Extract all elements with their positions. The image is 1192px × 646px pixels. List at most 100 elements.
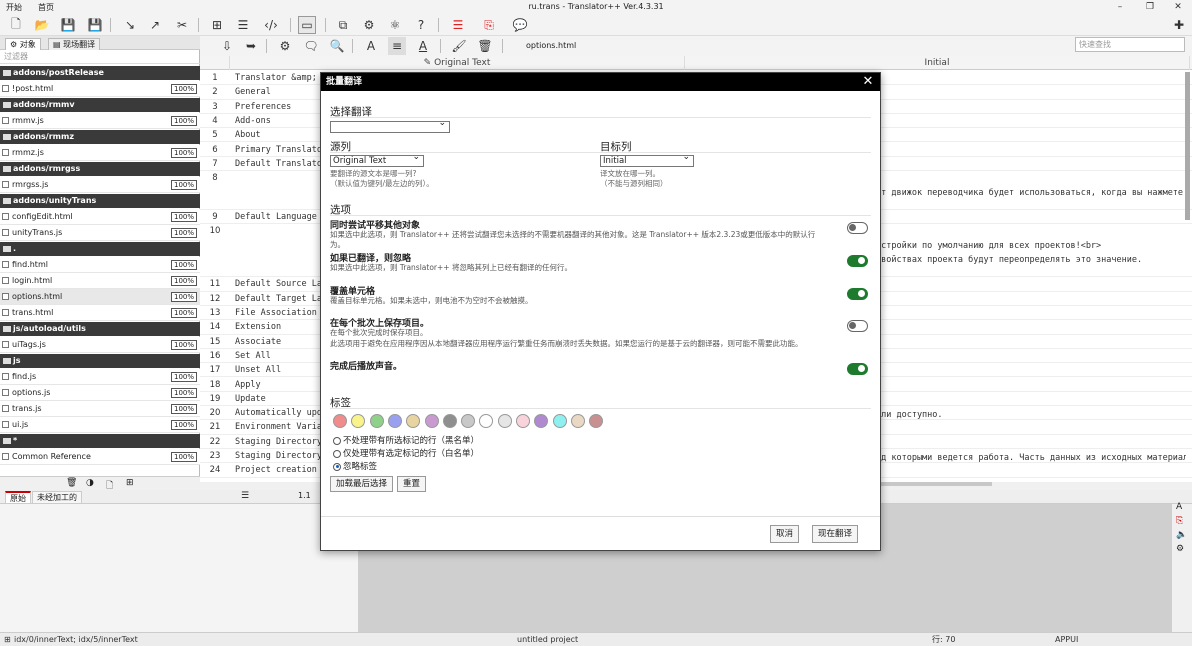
- tag-color-swatch[interactable]: [589, 414, 604, 428]
- cell-text[interactable]: свойствах проекта будут переопределять э…: [876, 255, 1186, 265]
- file-row[interactable]: trans.html 100%: [0, 305, 200, 321]
- tag-color-swatch[interactable]: [516, 414, 530, 428]
- file-row[interactable]: login.html 100%: [0, 273, 200, 289]
- cell-original-text[interactable]: Associate: [235, 337, 325, 347]
- import-icon[interactable]: ↘: [121, 16, 139, 34]
- tag-color-swatch[interactable]: [333, 414, 347, 428]
- folder-row[interactable]: *: [0, 434, 200, 448]
- tab-original[interactable]: 原始: [5, 491, 31, 503]
- radio-whitelist[interactable]: 仅处理带有选定标记的行（白名单）: [333, 447, 479, 459]
- list-icon[interactable]: ☰: [234, 16, 252, 34]
- file-row[interactable]: find.html 100%: [0, 257, 200, 273]
- cell-original-text[interactable]: Staging Directory: [235, 437, 325, 447]
- file-row[interactable]: options.html 100%: [0, 289, 200, 305]
- chat-icon[interactable]: 💬: [511, 16, 529, 34]
- cell-original-text[interactable]: Default Source Lang: [235, 279, 325, 289]
- file-row[interactable]: find.js 100%: [0, 369, 200, 385]
- layout-icon[interactable]: ▭: [298, 16, 316, 34]
- tag-color-swatch[interactable]: [424, 414, 439, 428]
- cell-original-text[interactable]: Default Translator: [235, 159, 325, 169]
- font-color-icon[interactable]: A: [414, 37, 432, 55]
- tag-color-swatch[interactable]: [442, 414, 457, 428]
- file-row[interactable]: rmmv.js 100%: [0, 113, 200, 129]
- translator-select[interactable]: [330, 118, 450, 133]
- col-original-header[interactable]: ✎ Original Text: [230, 56, 685, 70]
- export-icon[interactable]: ↗: [146, 16, 164, 34]
- font-size-icon[interactable]: A: [362, 37, 380, 55]
- file-checkbox[interactable]: [2, 261, 9, 268]
- folder-row[interactable]: js: [0, 354, 200, 368]
- cancel-button[interactable]: 取消: [770, 525, 800, 543]
- batch-translate-icon[interactable]: ⊞: [208, 16, 226, 34]
- cell-original-text[interactable]: Preferences: [235, 102, 325, 112]
- open-folder-icon[interactable]: 📂: [33, 16, 51, 34]
- file-checkbox[interactable]: [2, 181, 9, 188]
- tag-color-swatch[interactable]: [461, 414, 476, 428]
- file-row[interactable]: rmrgss.js 100%: [0, 177, 200, 193]
- cell-text[interactable]: от движок переводчика будет использовать…: [876, 188, 1186, 198]
- cell-original-text[interactable]: Set All: [235, 351, 325, 361]
- cell-original-text[interactable]: Add-ons: [235, 116, 325, 126]
- cell-original-text[interactable]: Project creation: [235, 465, 325, 475]
- delete-icon[interactable]: 🗑: [476, 37, 494, 55]
- folder-row[interactable]: js/autoload/utils: [0, 322, 200, 336]
- gear-icon[interactable]: ⚙: [276, 37, 294, 55]
- file-checkbox[interactable]: [2, 405, 9, 412]
- file-checkbox[interactable]: [2, 213, 9, 220]
- file-row[interactable]: unityTrans.js 100%: [0, 225, 200, 241]
- source-column-select[interactable]: Original Text: [330, 152, 424, 167]
- cell-original-text[interactable]: Primary Translator: [235, 145, 325, 155]
- file-checkbox[interactable]: [2, 85, 9, 92]
- file-row[interactable]: !post.html 100%: [0, 81, 200, 97]
- reset-button[interactable]: 重置: [397, 476, 427, 492]
- close-window-icon[interactable]: ✕: [1168, 1, 1188, 13]
- file-row[interactable]: uiTags.js 100%: [0, 337, 200, 353]
- tag-color-swatch[interactable]: [570, 414, 585, 428]
- cell-text[interactable]: ад которыми ведется работа. Часть данных…: [876, 453, 1186, 463]
- save-as-icon[interactable]: 💾: [86, 16, 104, 34]
- cell-original-text[interactable]: Extension: [235, 322, 325, 332]
- cell-original-text[interactable]: About: [235, 130, 325, 140]
- comment-icon[interactable]: 🗨: [302, 37, 320, 55]
- tools-icon[interactable]: ✂: [173, 16, 191, 34]
- minimize-icon[interactable]: –: [1110, 1, 1130, 13]
- grid-vertical-scrollbar[interactable]: [1185, 72, 1190, 220]
- tag-color-swatch[interactable]: [479, 414, 494, 428]
- folder-row[interactable]: addons/rmmz: [0, 130, 200, 144]
- folder-row[interactable]: .: [0, 242, 200, 256]
- add-doc-icon[interactable]: ⊞: [126, 478, 134, 488]
- cell-original-text[interactable]: General: [235, 87, 325, 97]
- file-checkbox[interactable]: [2, 341, 9, 348]
- add-plugin-icon[interactable]: ✚: [1170, 16, 1188, 34]
- col-initial-header[interactable]: Initial: [685, 56, 1190, 70]
- settings-icon[interactable]: ⚙: [1176, 544, 1184, 554]
- tag-list-icon[interactable]: ☰: [449, 16, 467, 34]
- speaker-icon[interactable]: 🔈: [1176, 530, 1187, 540]
- list-icon[interactable]: ☰: [241, 491, 249, 501]
- save-icon[interactable]: 💾: [59, 16, 77, 34]
- radio-blacklist[interactable]: 不处理带有所选标记的行（黑名单）: [333, 434, 479, 446]
- toggle-ignore-translated[interactable]: [847, 255, 868, 267]
- cell-original-text[interactable]: File Association: [235, 308, 325, 318]
- file-checkbox[interactable]: [2, 421, 9, 428]
- cell-text[interactable]: астройки по умолчанию для всех проектов!…: [876, 241, 1186, 251]
- translate-icon[interactable]: ⎘: [1176, 516, 1183, 526]
- brush-icon[interactable]: 🖌: [450, 37, 468, 55]
- tag-color-swatch[interactable]: [369, 414, 384, 428]
- file-checkbox[interactable]: [2, 293, 9, 300]
- quick-search-input[interactable]: 快速查找: [1075, 37, 1185, 52]
- plugin-icon[interactable]: ⚛: [386, 16, 404, 34]
- new-project-icon[interactable]: 🗋: [7, 16, 25, 34]
- file-checkbox[interactable]: [2, 117, 9, 124]
- tag-color-swatch[interactable]: [534, 414, 549, 428]
- translate-now-button[interactable]: 现在翻译: [812, 525, 859, 543]
- close-icon[interactable]: ✕: [860, 74, 876, 90]
- file-checkbox[interactable]: [2, 453, 9, 460]
- cell-original-text[interactable]: Update: [235, 394, 325, 404]
- folder-row[interactable]: addons/rmmv: [0, 98, 200, 112]
- help-icon[interactable]: ?: [412, 16, 430, 34]
- maximize-icon[interactable]: ❐: [1140, 1, 1160, 13]
- file-checkbox[interactable]: [2, 229, 9, 236]
- tab-live-translate[interactable]: ▤ 现场翻译: [48, 38, 101, 50]
- file-checkbox[interactable]: [2, 389, 9, 396]
